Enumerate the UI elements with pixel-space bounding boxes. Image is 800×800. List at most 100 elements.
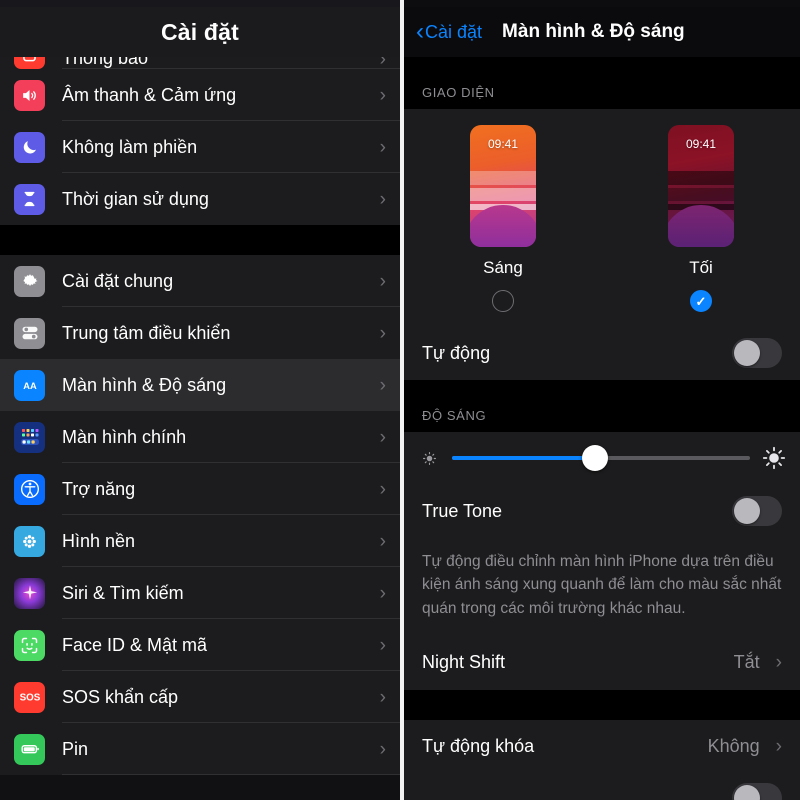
right-status-bar xyxy=(404,0,800,7)
chevron-right-icon: › xyxy=(379,322,386,344)
dark-mode-radio[interactable]: ✓ xyxy=(690,290,712,312)
slider-fill xyxy=(452,456,596,460)
back-button-label: Cài đặt xyxy=(425,21,483,42)
sidebar-item-general[interactable]: Cài đặt chung › xyxy=(0,255,400,307)
night-shift-row[interactable]: Night Shift Tắt › xyxy=(404,635,800,690)
sidebar-item-label: Trung tâm điều khiển xyxy=(62,322,231,343)
sidebar-item-label: Màn hình chính xyxy=(62,426,187,447)
sidebar-item-label: Âm thanh & Cảm ứng xyxy=(62,84,237,105)
chevron-right-icon: › xyxy=(379,478,386,500)
chevron-left-icon: ‹ xyxy=(416,18,424,45)
chevron-right-icon: › xyxy=(379,188,386,210)
home-screen-icon xyxy=(14,421,45,453)
sidebar-item-label: Màn hình & Độ sáng xyxy=(62,374,227,395)
sidebar-item-label: Trợ năng xyxy=(62,478,136,499)
sidebar-item-control-center[interactable]: Trung tâm điều khiển › xyxy=(0,307,400,359)
control-center-icon xyxy=(14,317,45,349)
chevron-right-icon: › xyxy=(379,136,386,158)
chevron-right-icon: › xyxy=(379,270,386,292)
preview-time: 09:41 xyxy=(487,137,519,151)
sidebar-item-label: Face ID & Mật mã xyxy=(62,634,208,655)
gear-icon xyxy=(14,265,45,297)
true-tone-label: True Tone xyxy=(422,500,503,521)
slider-thumb[interactable] xyxy=(582,445,609,471)
chevron-right-icon: › xyxy=(775,736,782,758)
sidebar-item-label: Thời gian sử dụng xyxy=(62,188,209,209)
brightness-slider-row[interactable] xyxy=(404,432,800,484)
appearance-option-light[interactable]: 09:41 Sáng xyxy=(470,125,536,312)
checkmark-icon: ✓ xyxy=(695,293,707,309)
sidebar-item-home-screen[interactable]: Màn hình chính › xyxy=(0,411,400,463)
sidebar-item-label: Pin xyxy=(62,738,89,759)
chevron-right-icon: › xyxy=(379,738,386,760)
sidebar-item-accessibility[interactable]: Trợ năng › xyxy=(0,463,400,515)
sidebar-header: Cài đặt xyxy=(0,7,400,57)
sidebar-section-gap xyxy=(0,225,400,255)
accessibility-icon xyxy=(14,473,45,505)
sidebar-item-label: Hình nền xyxy=(62,530,136,551)
face-id-icon xyxy=(14,629,45,661)
auto-lock-label: Tự động khóa xyxy=(422,736,535,757)
appearance-option-label: Sáng xyxy=(483,258,523,277)
page-title: Cài đặt xyxy=(160,18,240,45)
moon-icon xyxy=(14,131,45,163)
appearance-option-dark[interactable]: 09:41 Tối ✓ xyxy=(668,125,734,312)
sidebar-item-label: Siri & Tìm kiếm xyxy=(62,582,184,603)
sidebar-scroll-area[interactable]: Thông báo › Âm thanh & Cảm ứng › Không l… xyxy=(0,0,400,800)
sidebar-item-face-id-passcode[interactable]: Face ID & Mật mã › xyxy=(0,619,400,671)
brightness-section-header: ĐỘ SÁNG xyxy=(404,380,800,432)
hourglass-icon xyxy=(14,183,45,215)
partial-row-toggle[interactable] xyxy=(732,782,782,800)
siri-icon xyxy=(14,577,45,609)
night-shift-label: Night Shift xyxy=(422,652,506,673)
sidebar-item-display-brightness[interactable]: AA Màn hình & Độ sáng › xyxy=(0,359,400,411)
sidebar-item-emergency-sos[interactable]: SOS SOS khẩn cấp › xyxy=(0,671,400,723)
light-mode-radio[interactable] xyxy=(492,290,514,312)
auto-appearance-toggle[interactable] xyxy=(732,338,782,368)
display-aa-icon: AA xyxy=(14,369,45,401)
chevron-right-icon: › xyxy=(775,652,782,674)
brightness-slider[interactable] xyxy=(452,443,750,473)
appearance-picker: 09:41 Sáng 09:41 Tối ✓ xyxy=(404,109,800,326)
appearance-option-label: Tối xyxy=(689,258,713,277)
detail-header: ‹ Cài đặt Màn hình & Độ sáng xyxy=(404,7,800,57)
chevron-right-icon: › xyxy=(379,426,386,448)
brightness-low-icon xyxy=(418,450,440,467)
chevron-right-icon: › xyxy=(379,530,386,552)
wallpaper-icon xyxy=(14,525,45,557)
svg-text:SOS: SOS xyxy=(19,693,40,704)
auto-lock-row[interactable]: Tự động khóa Không › xyxy=(404,719,800,774)
night-shift-value: Tắt xyxy=(733,652,760,673)
chevron-right-icon: › xyxy=(379,686,386,708)
back-button[interactable]: ‹ Cài đặt xyxy=(416,20,482,44)
partial-next-row[interactable] xyxy=(404,773,800,800)
detail-section-gap xyxy=(404,689,800,720)
sidebar-item-siri-search[interactable]: Siri & Tìm kiếm › xyxy=(0,567,400,619)
sidebar-item-wallpaper[interactable]: Hình nền › xyxy=(0,515,400,567)
chevron-right-icon: › xyxy=(379,84,386,106)
sidebar-item-battery[interactable]: Pin › xyxy=(0,723,400,775)
sidebar-item-sounds[interactable]: Âm thanh & Cảm ứng › xyxy=(0,69,400,121)
sidebar-item-label: Cài đặt chung xyxy=(62,270,174,291)
brightness-high-icon xyxy=(762,446,786,470)
split-settings-screen: Cài đặt Thông báo › Âm thanh & Cảm ứng ›… xyxy=(0,0,800,800)
sidebar-item-do-not-disturb[interactable]: Không làm phiền › xyxy=(0,121,400,173)
dark-mode-preview[interactable]: 09:41 xyxy=(668,125,734,247)
true-tone-row[interactable]: True Tone xyxy=(404,484,800,538)
chevron-right-icon: › xyxy=(379,374,386,396)
detail-page-title: Màn hình & Độ sáng xyxy=(502,21,685,42)
true-tone-description: Tự động điều chỉnh màn hình iPhone dựa t… xyxy=(404,538,800,636)
true-tone-toggle[interactable] xyxy=(732,496,782,526)
settings-sidebar-pane: Cài đặt Thông báo › Âm thanh & Cảm ứng ›… xyxy=(0,0,400,800)
auto-lock-value: Không xyxy=(707,736,760,757)
appearance-section-header: GIAO DIỆN xyxy=(404,57,800,109)
light-mode-preview[interactable]: 09:41 xyxy=(470,125,536,247)
sidebar-item-screen-time[interactable]: Thời gian sử dụng › xyxy=(0,173,400,225)
sidebar-item-label: Không làm phiền xyxy=(62,136,198,157)
sidebar-group-2: Cài đặt chung › Trung tâm điều khiển › A… xyxy=(0,255,400,775)
auto-appearance-row[interactable]: Tự động xyxy=(404,326,800,380)
chevron-right-icon: › xyxy=(379,634,386,656)
sound-icon xyxy=(14,79,45,111)
detail-scroll-area[interactable]: GIAO DIỆN 09:41 Sáng 09:41 Tối ✓ Tự động… xyxy=(404,57,800,800)
sidebar-item-label: SOS khẩn cấp xyxy=(62,686,179,707)
